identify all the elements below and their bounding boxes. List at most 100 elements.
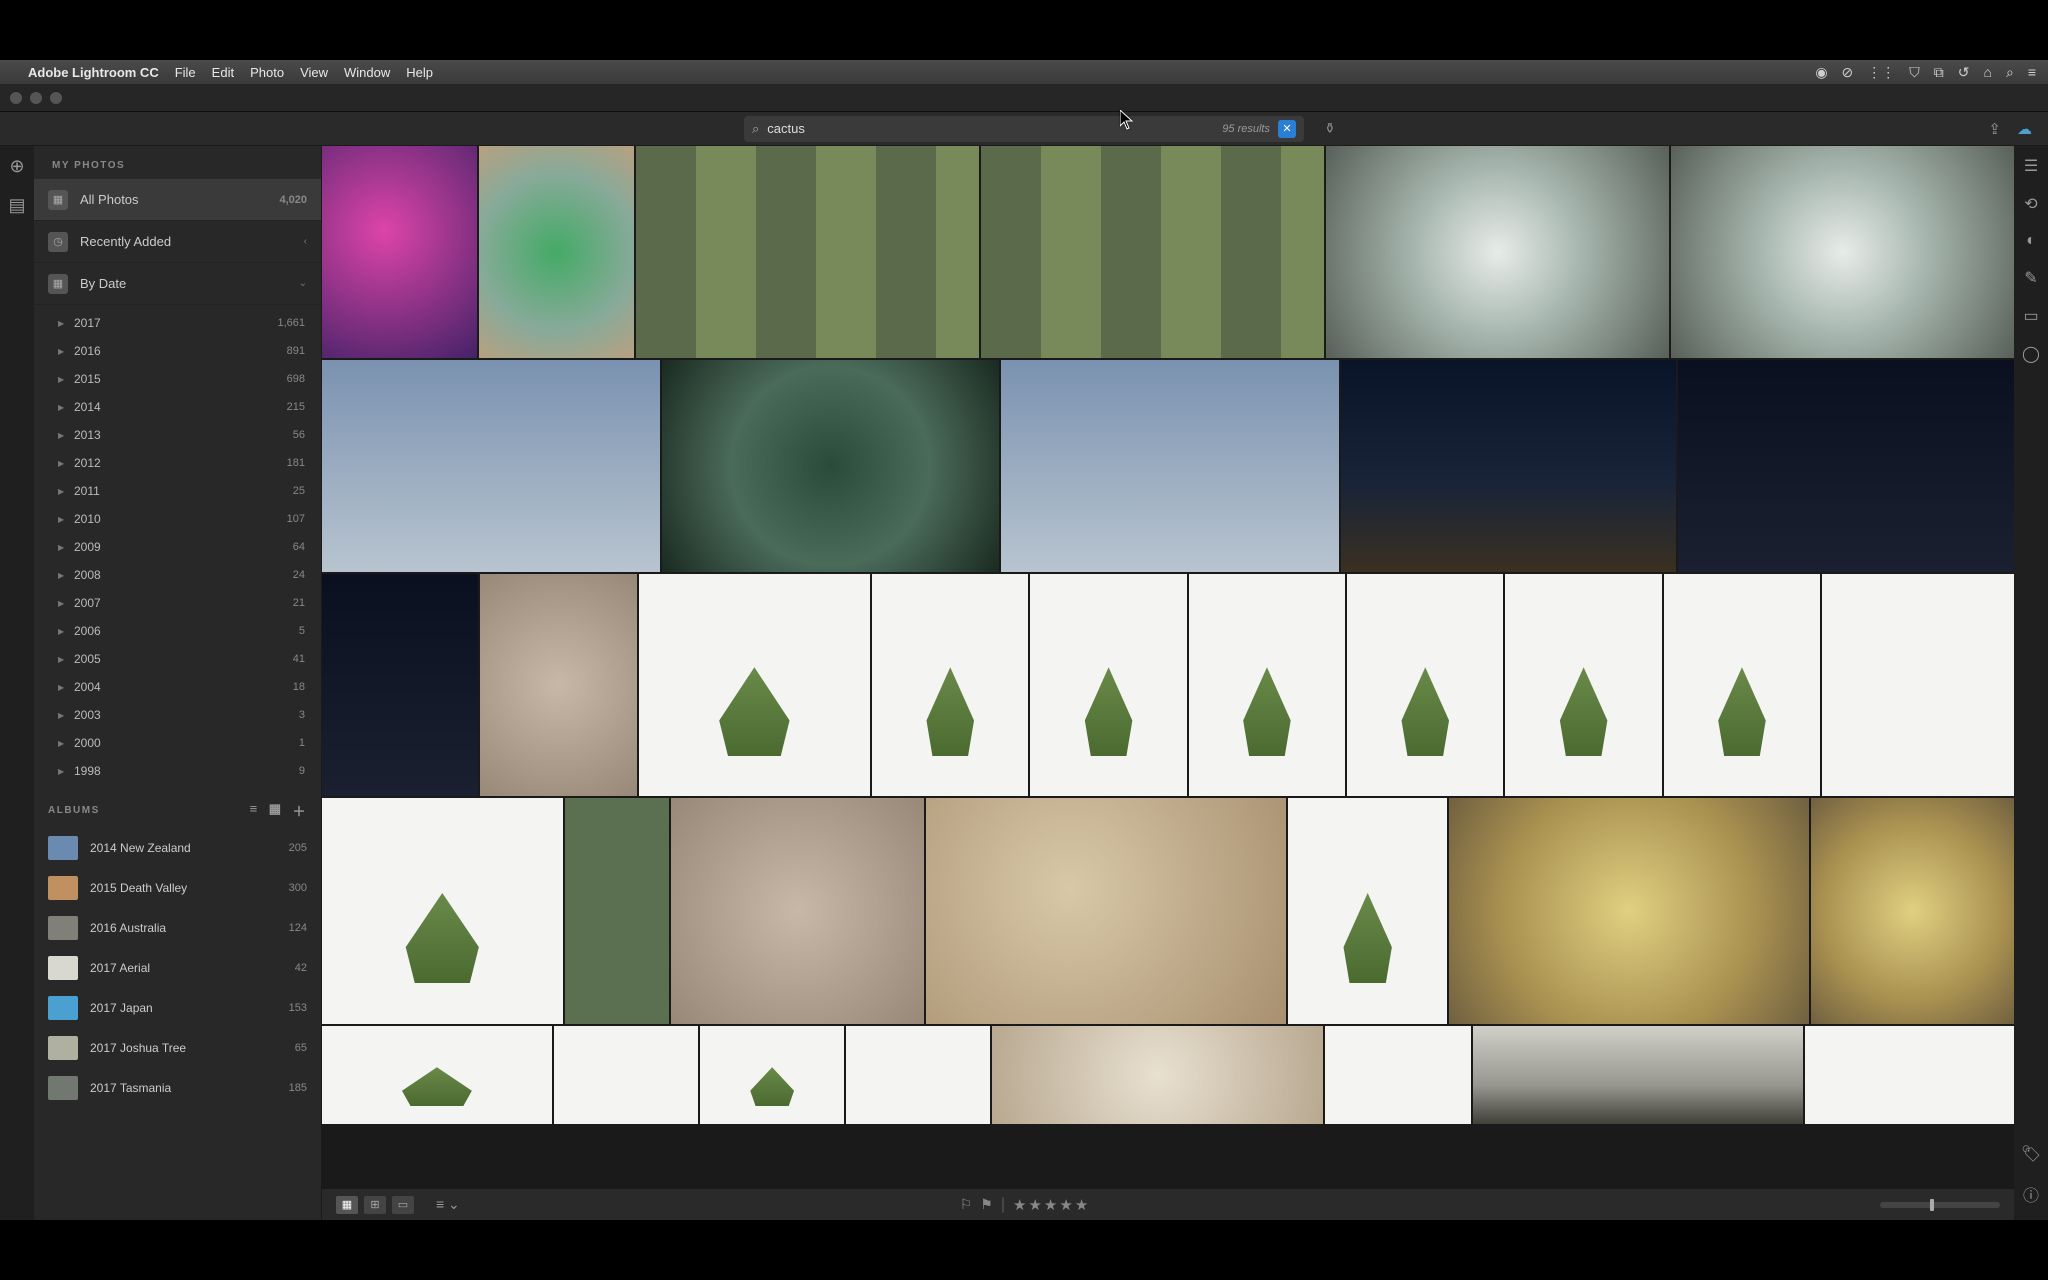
grid-view-button[interactable]: ▦ bbox=[336, 1196, 358, 1214]
year-item[interactable]: ▶200721 bbox=[34, 589, 321, 617]
photo-thumbnail[interactable] bbox=[480, 574, 636, 796]
my-photos-icon[interactable]: ▤ bbox=[8, 195, 25, 216]
photo-thumbnail[interactable] bbox=[322, 146, 477, 358]
star-1[interactable]: ★ bbox=[1013, 1196, 1026, 1214]
album-item[interactable]: 2017 Aerial42 bbox=[34, 948, 321, 988]
bt-icon[interactable]: ⋮⋮ bbox=[1867, 64, 1895, 81]
square-grid-button[interactable]: ⊞ bbox=[364, 1196, 386, 1214]
edit-sliders-icon[interactable]: ☰ bbox=[2024, 156, 2038, 176]
photo-thumbnail[interactable] bbox=[1326, 146, 1669, 358]
photo-thumbnail[interactable] bbox=[322, 1026, 552, 1124]
zoom-window-button[interactable] bbox=[50, 92, 62, 104]
rating-stars[interactable]: ★ ★ ★ ★ ★ bbox=[1013, 1196, 1088, 1214]
year-item[interactable]: ▶200824 bbox=[34, 561, 321, 589]
photo-thumbnail[interactable] bbox=[322, 798, 563, 1024]
album-item[interactable]: 2017 Tasmania185 bbox=[34, 1068, 321, 1108]
menu-icon[interactable]: ≡ bbox=[2028, 64, 2036, 80]
photo-thumbnail[interactable] bbox=[322, 360, 660, 572]
record-icon[interactable]: ◉ bbox=[1815, 64, 1827, 81]
photo-thumbnail[interactable] bbox=[636, 146, 979, 358]
menu-file[interactable]: File bbox=[175, 65, 196, 80]
year-item[interactable]: ▶200418 bbox=[34, 673, 321, 701]
year-item[interactable]: ▶201125 bbox=[34, 477, 321, 505]
star-5[interactable]: ★ bbox=[1075, 1196, 1088, 1214]
search-bar[interactable]: ⌕ 95 results ✕ bbox=[744, 116, 1304, 142]
detail-view-button[interactable]: ▭ bbox=[392, 1196, 414, 1214]
photo-thumbnail[interactable] bbox=[1822, 574, 2014, 796]
linear-gradient-icon[interactable]: ▭ bbox=[2023, 306, 2038, 326]
photo-thumbnail[interactable] bbox=[1805, 1026, 2014, 1124]
clear-search-button[interactable]: ✕ bbox=[1278, 120, 1296, 138]
photo-thumbnail[interactable] bbox=[1505, 574, 1661, 796]
search-input[interactable] bbox=[767, 121, 1214, 136]
menu-view[interactable]: View bbox=[300, 65, 328, 80]
slider-thumb[interactable] bbox=[1930, 1199, 1934, 1211]
add-photos-icon[interactable]: ⊕ bbox=[9, 156, 24, 177]
minimize-window-button[interactable] bbox=[30, 92, 42, 104]
photo-thumbnail[interactable] bbox=[1671, 146, 2014, 358]
keywords-icon[interactable]: 🏷 bbox=[2021, 1144, 2041, 1164]
year-item[interactable]: ▶2015698 bbox=[34, 365, 321, 393]
sync-icon[interactable]: ↺ bbox=[1958, 64, 1970, 81]
crop-icon[interactable]: ⟲ bbox=[2024, 194, 2037, 214]
photo-thumbnail[interactable] bbox=[554, 1026, 698, 1124]
year-item[interactable]: ▶2012181 bbox=[34, 449, 321, 477]
year-item[interactable]: ▶2016891 bbox=[34, 337, 321, 365]
star-2[interactable]: ★ bbox=[1028, 1196, 1041, 1214]
album-item[interactable]: 2017 Japan153 bbox=[34, 988, 321, 1028]
photo-thumbnail[interactable] bbox=[639, 574, 870, 796]
photo-thumbnail[interactable] bbox=[1189, 574, 1345, 796]
photo-thumbnail[interactable] bbox=[1811, 798, 2014, 1024]
info-icon[interactable]: ⓘ bbox=[2023, 1182, 2039, 1206]
album-item[interactable]: 2017 Joshua Tree65 bbox=[34, 1028, 321, 1068]
shield-icon[interactable]: ⛉ bbox=[1909, 64, 1920, 81]
radial-gradient-icon[interactable]: ◯ bbox=[2022, 344, 2040, 364]
add-album-icon[interactable]: ＋ bbox=[292, 801, 307, 820]
photo-thumbnail[interactable] bbox=[926, 798, 1286, 1024]
menu-window[interactable]: Window bbox=[344, 65, 390, 80]
filter-icon[interactable]: ⚱ bbox=[1324, 120, 1336, 137]
sort-button[interactable]: ≡ ⌄ bbox=[436, 1196, 460, 1213]
photo-thumbnail[interactable] bbox=[992, 1026, 1322, 1124]
menu-photo[interactable]: Photo bbox=[250, 65, 284, 80]
photo-thumbnail[interactable] bbox=[1288, 798, 1447, 1024]
photo-thumbnail[interactable] bbox=[846, 1026, 990, 1124]
photo-thumbnail[interactable] bbox=[1030, 574, 1186, 796]
photo-thumbnail[interactable] bbox=[671, 798, 924, 1024]
healing-icon[interactable]: ◐ bbox=[2026, 232, 2036, 250]
flag-reject-icon[interactable]: ⚑ bbox=[980, 1196, 993, 1213]
sidebar-all-photos[interactable]: ▦ All Photos 4,020 bbox=[34, 179, 321, 221]
menu-help[interactable]: Help bbox=[406, 65, 433, 80]
photo-thumbnail[interactable] bbox=[1341, 360, 1677, 572]
flag-pick-icon[interactable]: ⚐ bbox=[960, 1196, 973, 1213]
share-icon[interactable]: ⇪ bbox=[1988, 120, 2001, 138]
sidebar-by-date[interactable]: ▦ By Date ⌄ bbox=[34, 263, 321, 305]
photo-thumbnail[interactable] bbox=[1325, 1026, 1471, 1124]
year-item[interactable]: ▶200541 bbox=[34, 645, 321, 673]
album-item[interactable]: 2014 New Zealand205 bbox=[34, 828, 321, 868]
photo-thumbnail[interactable] bbox=[700, 1026, 844, 1124]
photo-thumbnail[interactable] bbox=[872, 574, 1028, 796]
photo-thumbnail[interactable] bbox=[1347, 574, 1503, 796]
photo-thumbnail[interactable] bbox=[1473, 1026, 1803, 1124]
cc-icon[interactable]: ⊘ bbox=[1842, 64, 1854, 81]
app-name[interactable]: Adobe Lightroom CC bbox=[28, 65, 159, 80]
close-window-button[interactable] bbox=[10, 92, 22, 104]
home-icon[interactable]: ⌂ bbox=[1984, 64, 1992, 80]
star-3[interactable]: ★ bbox=[1044, 1196, 1057, 1214]
year-item[interactable]: ▶200964 bbox=[34, 533, 321, 561]
year-item[interactable]: ▶20065 bbox=[34, 617, 321, 645]
menu-edit[interactable]: Edit bbox=[212, 65, 234, 80]
photo-thumbnail[interactable] bbox=[1449, 798, 1809, 1024]
year-item[interactable]: ▶20033 bbox=[34, 701, 321, 729]
photo-thumbnail[interactable] bbox=[1664, 574, 1820, 796]
photo-thumbnail[interactable] bbox=[981, 146, 1324, 358]
brush-icon[interactable]: ✎ bbox=[2024, 268, 2037, 288]
photo-thumbnail[interactable] bbox=[662, 360, 1000, 572]
year-item[interactable]: ▶201356 bbox=[34, 421, 321, 449]
spotlight-icon[interactable]: ⌕ bbox=[2006, 64, 2014, 81]
year-item[interactable]: ▶20171,661 bbox=[34, 309, 321, 337]
year-item[interactable]: ▶2014215 bbox=[34, 393, 321, 421]
year-item[interactable]: ▶2010107 bbox=[34, 505, 321, 533]
album-item[interactable]: 2015 Death Valley300 bbox=[34, 868, 321, 908]
